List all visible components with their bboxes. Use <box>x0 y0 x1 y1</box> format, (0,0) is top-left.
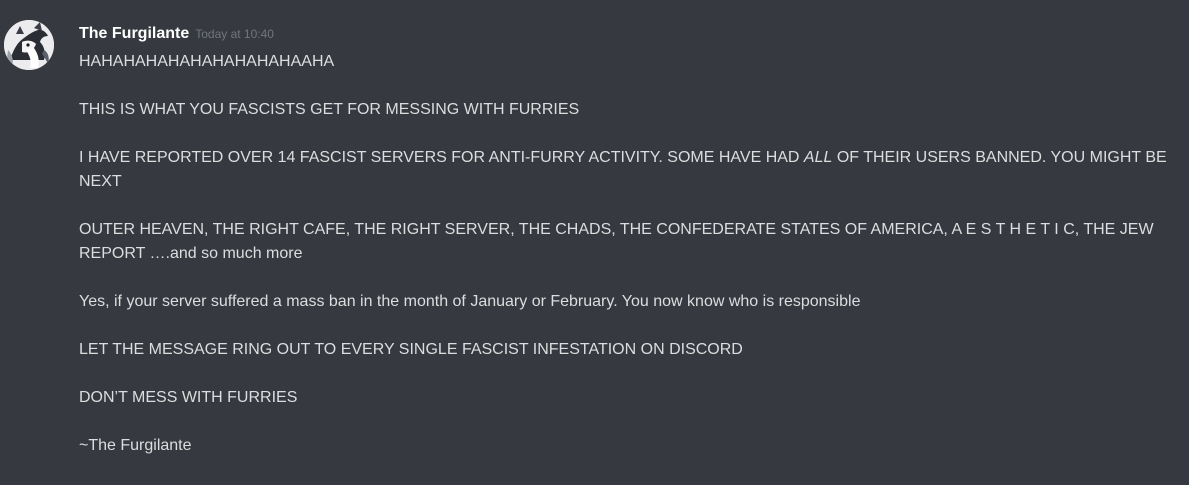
message-header: The Furgilante Today at 10:40 <box>79 22 274 46</box>
user-avatar[interactable] <box>4 20 54 70</box>
message-timestamp: Today at 10:40 <box>195 27 274 41</box>
message-line-4: OUTER HEAVEN, THE RIGHT CAFE, THE RIGHT … <box>79 221 1154 262</box>
message-line-2: THIS IS WHAT YOU FASCISTS GET FOR MESSIN… <box>79 101 580 118</box>
username[interactable]: The Furgilante <box>79 25 189 42</box>
message-line-7: DON’T MESS WITH FURRIES <box>79 389 298 406</box>
message-line-3: I HAVE REPORTED OVER 14 FASCIST SERVERS … <box>79 146 1174 194</box>
chat-message: The Furgilante Today at 10:40 HAHAHAHAHAH… <box>0 0 1189 485</box>
message-line-3-part-1: I HAVE REPORTED OVER 14 FASCIST SERVERS … <box>79 149 804 166</box>
message-line-1: HAHAHAHAHAHAHAHAHAHAAHA <box>79 53 335 70</box>
message-line-6: LET THE MESSAGE RING OUT TO EVERY SINGLE… <box>79 341 743 358</box>
message-line-3-emphasis: ALL <box>803 149 833 166</box>
furry-character-avatar-icon <box>4 20 54 70</box>
message-line-8: ~The Furgilante <box>79 437 192 454</box>
message-line-5: Yes, if your server suffered a mass ban … <box>79 293 861 310</box>
message-content: HAHAHAHAHAHAHAHAHAHAAHA THIS IS WHAT YOU… <box>79 50 1174 482</box>
